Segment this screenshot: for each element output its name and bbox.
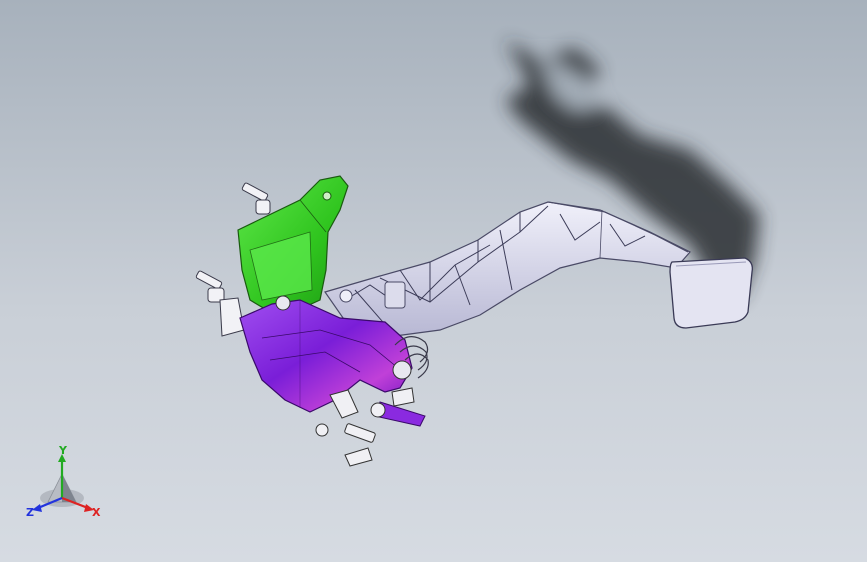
x-axis-label: X [92, 506, 101, 519]
pedal-pad[interactable] [669, 257, 753, 329]
pedal-arm[interactable] [324, 201, 691, 337]
graphics-viewport[interactable]: Y X Z [0, 0, 867, 562]
3d-model-view[interactable] [0, 0, 867, 562]
reference-triad: Y X Z [26, 446, 101, 519]
z-axis-label: Z [26, 506, 34, 519]
y-axis-label: Y [58, 446, 68, 457]
